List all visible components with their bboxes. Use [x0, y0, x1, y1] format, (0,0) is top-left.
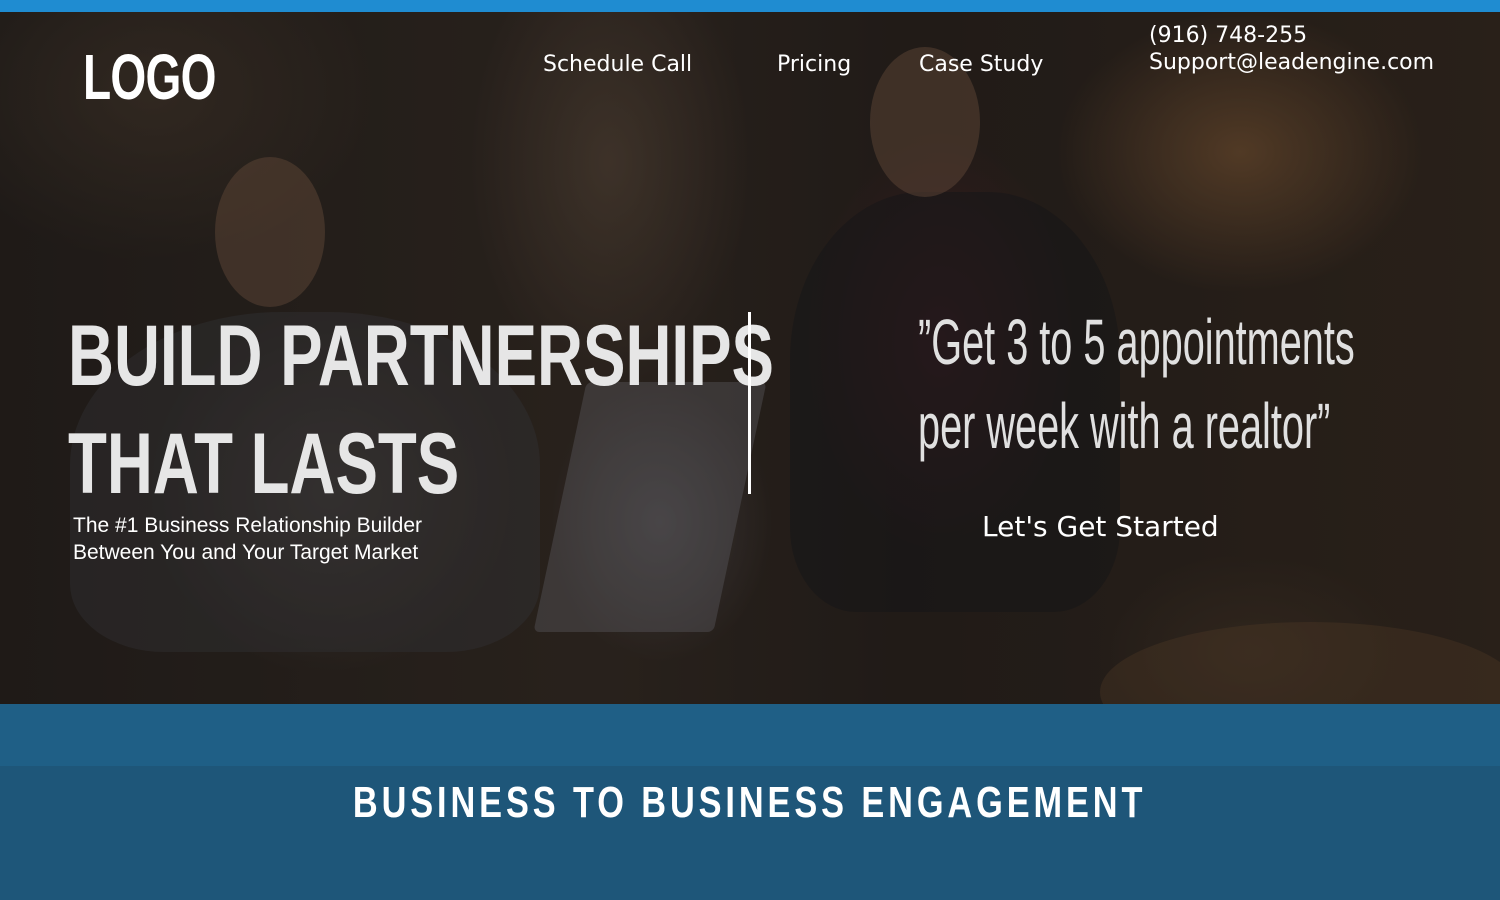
hero-subheading: The #1 Business Relationship Builder Bet… [73, 512, 422, 566]
nav-link-pricing[interactable]: Pricing [777, 52, 851, 77]
section-band-top [0, 704, 1500, 766]
contact-info: (916) 748-255 Support@leadengine.com [1149, 22, 1434, 76]
testimonial-quote-line-1: ”Get 3 to 5 appointments [918, 306, 1355, 378]
hero-headline-line-1: BUILD PARTNERSHIPS [68, 308, 774, 404]
contact-email[interactable]: Support@leadengine.com [1149, 49, 1434, 76]
hero-subheading-line-2: Between You and Your Target Market [73, 541, 419, 564]
hero-headline-line-2: THAT LASTS [68, 416, 460, 512]
section-title-text: BUSINESS TO BUSINESS ENGAGEMENT [353, 778, 1147, 827]
vertical-divider [748, 312, 751, 494]
nav-link-schedule-call[interactable]: Schedule Call [543, 52, 692, 77]
hero-subheading-line-1: The #1 Business Relationship Builder [73, 514, 423, 537]
nav-link-case-study[interactable]: Case Study [919, 52, 1043, 77]
contact-phone[interactable]: (916) 748-255 [1149, 22, 1434, 49]
testimonial-quote-line-2: per week with a realtor” [918, 390, 1331, 462]
hero-section: LOGO Schedule Call Pricing Case Study (9… [0, 12, 1500, 704]
hero-headline: BUILD PARTNERSHIPS THAT LASTS [68, 302, 774, 518]
get-started-button[interactable]: Let's Get Started [982, 510, 1219, 543]
testimonial-quote: ”Get 3 to 5 appointments per week with a… [918, 300, 1355, 468]
top-accent-strip [0, 0, 1500, 12]
site-logo[interactable]: LOGO [83, 40, 217, 114]
section-title: BUSINESS TO BUSINESS ENGAGEMENT [0, 778, 1500, 828]
